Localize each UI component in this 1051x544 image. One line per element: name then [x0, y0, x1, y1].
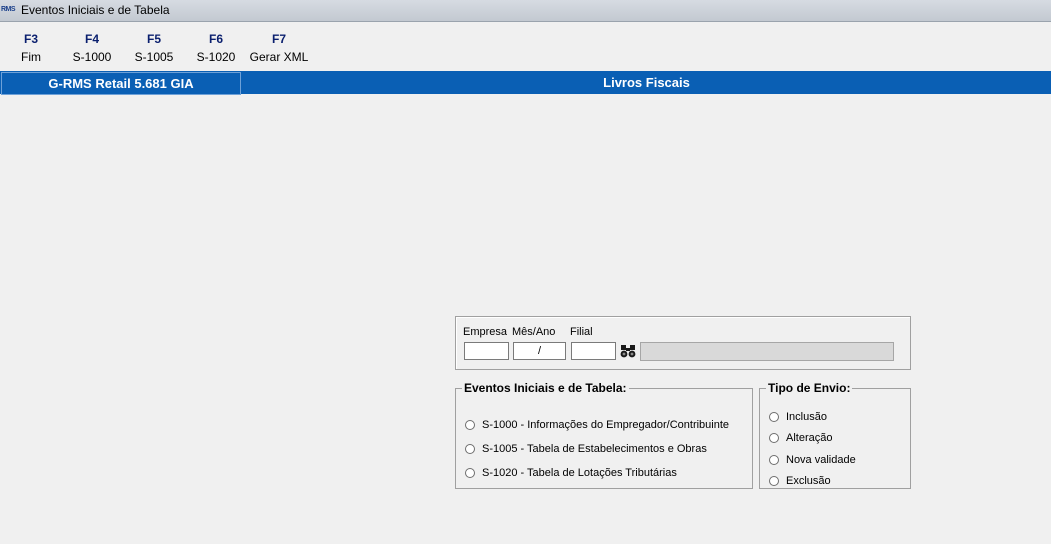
radio-label: Exclusão — [786, 475, 831, 487]
radio-circle-icon — [465, 468, 475, 478]
function-key-toolbar: F3 Fim F4 S-1000 F5 S-1005 F6 S-1020 F7 … — [0, 22, 1051, 70]
tipo-envio-group-title: Tipo de Envio: — [768, 381, 851, 395]
radio-label: Alteração — [786, 432, 833, 444]
empresa-label: Empresa — [463, 326, 508, 338]
radio-label: S-1020 - Tabela de Lotações Tributárias — [482, 467, 677, 479]
radio-label: S-1005 - Tabela de Estabelecimentos e Ob… — [482, 443, 707, 455]
mesano-input[interactable]: / — [513, 342, 566, 360]
radio-circle-icon — [465, 444, 475, 454]
app-icon: RMS — [1, 6, 16, 13]
f7-gerar-xml-button[interactable]: F7 Gerar XML — [246, 32, 312, 64]
empresa-input[interactable] — [464, 342, 509, 360]
toolbar-key: F5 — [146, 32, 161, 46]
toolbar-key: F3 — [23, 32, 38, 46]
f6-s1020-button[interactable]: F6 S-1020 — [194, 32, 238, 64]
toolbar-key: F6 — [208, 32, 223, 46]
eventos-group: Eventos Iniciais e de Tabela: S-1000 - I… — [455, 381, 753, 489]
module-title: Livros Fiscais — [603, 75, 690, 90]
radio-circle-icon — [769, 433, 779, 443]
radio-s1005[interactable]: S-1005 - Tabela de Estabelecimentos e Ob… — [465, 443, 707, 455]
radio-circle-icon — [465, 420, 475, 430]
filter-panel: Empresa Mês/Ano Filial / — [455, 316, 911, 370]
radio-label: Inclusão — [786, 411, 827, 423]
radio-circle-icon — [769, 476, 779, 486]
eventos-group-title: Eventos Iniciais e de Tabela: — [464, 381, 627, 395]
tipo-envio-group: Tipo de Envio: Inclusão Alteração Nova v… — [759, 381, 911, 489]
toolbar-key: F7 — [271, 32, 286, 46]
module-header: G-RMS Retail 5.681 GIA Livros Fiscais — [0, 71, 1051, 95]
toolbar-label: S-1000 — [72, 50, 112, 64]
radio-s1000[interactable]: S-1000 - Informações do Empregador/Contr… — [465, 419, 729, 431]
toolbar-label: Fim — [21, 50, 41, 64]
toolbar-label: S-1005 — [134, 50, 174, 64]
radio-nova-validade[interactable]: Nova validade — [769, 454, 856, 466]
radio-inclusao[interactable]: Inclusão — [769, 411, 827, 423]
title-bar: RMS Eventos Iniciais e de Tabela — [0, 0, 1051, 22]
filial-label: Filial — [570, 326, 593, 338]
toolbar-label: Gerar XML — [249, 50, 309, 64]
radio-label: Nova validade — [786, 454, 856, 466]
radio-s1020[interactable]: S-1020 - Tabela de Lotações Tributárias — [465, 467, 677, 479]
radio-exclusao[interactable]: Exclusão — [769, 475, 831, 487]
binoculars-search-icon[interactable] — [620, 344, 636, 358]
window-title: Eventos Iniciais e de Tabela — [21, 3, 170, 17]
filial-description-field — [640, 342, 894, 361]
mesano-label: Mês/Ano — [512, 326, 556, 338]
system-version-label: G-RMS Retail 5.681 GIA — [1, 72, 241, 95]
filial-input[interactable] — [571, 342, 616, 360]
radio-label: S-1000 - Informações do Empregador/Contr… — [482, 419, 730, 431]
f5-s1005-button[interactable]: F5 S-1005 — [132, 32, 176, 64]
f4-s1000-button[interactable]: F4 S-1000 — [70, 32, 114, 64]
toolbar-key: F4 — [84, 32, 99, 46]
radio-circle-icon — [769, 412, 779, 422]
radio-alteracao[interactable]: Alteração — [769, 432, 832, 444]
toolbar-label: S-1020 — [196, 50, 236, 64]
radio-circle-icon — [769, 455, 779, 465]
f3-fim-button[interactable]: F3 Fim — [16, 32, 46, 64]
